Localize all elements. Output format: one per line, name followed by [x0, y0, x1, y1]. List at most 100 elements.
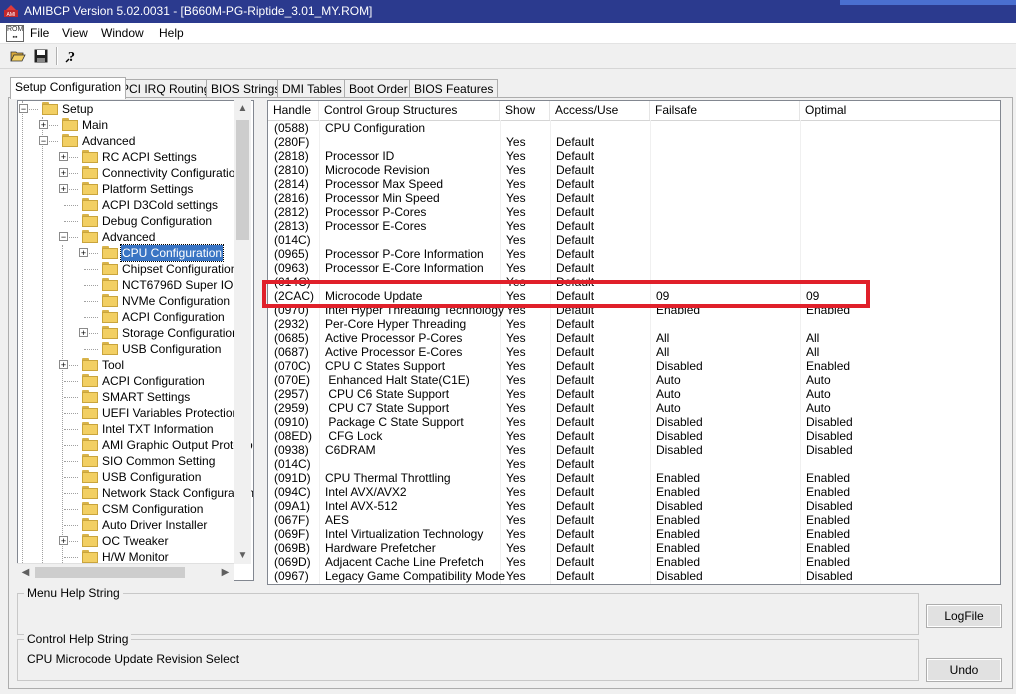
cell-show[interactable]: Yes	[506, 135, 526, 149]
tree-item[interactable]: + Connectivity Configuration	[18, 165, 253, 181]
cell-optimal[interactable]: Disabled	[806, 443, 853, 457]
cell-control-group[interactable]: Microcode Revision	[325, 163, 430, 177]
tree-item-label[interactable]: Setup	[61, 101, 94, 117]
table-row[interactable]: (014C) Yes Default	[268, 233, 1000, 247]
cell-show[interactable]: Yes	[506, 457, 526, 471]
tree-item[interactable]: UEFI Variables Protection	[18, 405, 253, 421]
cell-access-use[interactable]: Default	[556, 163, 594, 177]
cell-control-group[interactable]: CPU C7 State Support	[325, 401, 449, 415]
expand-plus-icon[interactable]: +	[59, 360, 68, 370]
cell-show[interactable]: Yes	[506, 261, 526, 275]
tree-item-label[interactable]: Debug Configuration	[101, 213, 213, 229]
cell-access-use[interactable]: Default	[556, 219, 594, 233]
column-header-show[interactable]: Show	[500, 101, 550, 120]
cell-access-use[interactable]: Default	[556, 191, 594, 205]
cell-show[interactable]: Yes	[506, 429, 526, 443]
table-row[interactable]: (0687) Active Processor E-Cores Yes Default…	[268, 345, 1000, 359]
scroll-thumb[interactable]	[236, 120, 249, 240]
cell-handle[interactable]: (08ED)	[274, 429, 312, 443]
tree-item[interactable]: − Advanced	[18, 229, 253, 245]
cell-access-use[interactable]: Default	[556, 205, 594, 219]
cell-failsafe[interactable]: Auto	[656, 401, 681, 415]
table-row[interactable]: (0588) CPU Configuration	[268, 121, 1000, 135]
table-row[interactable]: (0967) Legacy Game Compatibility Mode Yes D…	[268, 569, 1000, 583]
tree-item-label[interactable]: Advanced	[81, 133, 136, 149]
cell-handle[interactable]: (2810)	[274, 163, 309, 177]
tree-item-label[interactable]: SMART Settings	[101, 389, 191, 405]
table-row[interactable]: (09A1) Intel AVX-512 Yes Default Disabled Dis…	[268, 499, 1000, 513]
tab-boot-order[interactable]: Boot Order	[344, 79, 413, 98]
tree-item-label[interactable]: Storage Configuration	[121, 325, 240, 341]
table-row[interactable]: (0963) Processor E-Core Information Yes Def…	[268, 261, 1000, 275]
cell-handle[interactable]: (0938)	[274, 443, 309, 457]
cell-handle[interactable]: (2959)	[274, 401, 309, 415]
cell-show[interactable]: Yes	[506, 163, 526, 177]
cell-handle[interactable]: (280F)	[274, 135, 309, 149]
scroll-down-arrow-icon[interactable]: ▼	[234, 547, 251, 564]
cell-access-use[interactable]: Default	[556, 149, 594, 163]
cell-failsafe[interactable]: All	[656, 345, 669, 359]
table-row[interactable]: (069D) Adjacent Cache Line Prefetch Yes Def…	[268, 555, 1000, 569]
cell-access-use[interactable]: Default	[556, 345, 594, 359]
cell-optimal[interactable]: Enabled	[806, 485, 850, 499]
cell-optimal[interactable]: Disabled	[806, 569, 853, 583]
cell-handle[interactable]: (2818)	[274, 149, 309, 163]
tree-item[interactable]: SMART Settings	[18, 389, 253, 405]
menu-view[interactable]: View	[62, 26, 88, 40]
tree-item-label[interactable]: Intel TXT Information	[101, 421, 215, 437]
tree-item[interactable]: + Platform Settings	[18, 181, 253, 197]
cell-optimal[interactable]: Enabled	[806, 541, 850, 555]
table-row[interactable]: (08ED) CFG Lock Yes Default Disabled Disable…	[268, 429, 1000, 443]
cell-failsafe[interactable]: Disabled	[656, 443, 703, 457]
cell-handle[interactable]: (070C)	[274, 359, 311, 373]
cell-access-use[interactable]: Default	[556, 499, 594, 513]
cell-optimal[interactable]: Disabled	[806, 415, 853, 429]
cell-control-group[interactable]: C6DRAM	[325, 443, 376, 457]
cell-access-use[interactable]: Default	[556, 443, 594, 457]
cell-handle[interactable]: (0687)	[274, 345, 309, 359]
table-row[interactable]: (014C) Yes Default	[268, 457, 1000, 471]
expand-plus-icon[interactable]: +	[59, 184, 68, 194]
cell-show[interactable]: Yes	[506, 359, 526, 373]
column-header-optimal[interactable]: Optimal	[800, 101, 1000, 120]
tab-dmi-tables[interactable]: DMI Tables	[277, 79, 347, 98]
cell-access-use[interactable]: Default	[556, 247, 594, 261]
table-row[interactable]: (2810) Microcode Revision Yes Default	[268, 163, 1000, 177]
table-row[interactable]: (067F) AES Yes Default Enabled Enabled	[268, 513, 1000, 527]
tree-item-label[interactable]: ACPI D3Cold settings	[101, 197, 219, 213]
cell-optimal[interactable]: Auto	[806, 373, 831, 387]
table-row[interactable]: (2812) Processor P-Cores Yes Default	[268, 205, 1000, 219]
cell-handle[interactable]: (2812)	[274, 205, 309, 219]
cell-access-use[interactable]: Default	[556, 527, 594, 541]
cell-handle[interactable]: (2957)	[274, 387, 309, 401]
cell-optimal[interactable]: Auto	[806, 401, 831, 415]
cell-control-group[interactable]: Adjacent Cache Line Prefetch	[325, 555, 484, 569]
expand-plus-icon[interactable]: +	[79, 328, 88, 338]
cell-access-use[interactable]: Default	[556, 415, 594, 429]
cell-show[interactable]: Yes	[506, 373, 526, 387]
cell-show[interactable]: Yes	[506, 149, 526, 163]
cell-handle[interactable]: (069F)	[274, 527, 309, 541]
table-row[interactable]: (094C) Intel AVX/AVX2 Yes Default Enabled Ena…	[268, 485, 1000, 499]
scroll-right-arrow-icon[interactable]: ▶	[217, 564, 234, 581]
tree-item-label[interactable]: ACPI Configuration	[121, 309, 226, 325]
cell-handle[interactable]: (069B)	[274, 541, 310, 555]
cell-control-group[interactable]: Processor P-Core Information	[325, 247, 484, 261]
cell-control-group[interactable]: CPU C6 State Support	[325, 387, 449, 401]
tab-bios-strings[interactable]: BIOS Strings	[206, 79, 286, 98]
tree-item[interactable]: ACPI Configuration	[18, 373, 253, 389]
cell-handle[interactable]: (09A1)	[274, 499, 310, 513]
cell-show[interactable]: Yes	[506, 345, 526, 359]
column-header-access-use[interactable]: Access/Use	[550, 101, 650, 120]
tree-item[interactable]: Debug Configuration	[18, 213, 253, 229]
tree-item[interactable]: ACPI D3Cold settings	[18, 197, 253, 213]
scroll-thumb[interactable]	[35, 567, 185, 578]
tree-item[interactable]: + CPU Configuration	[18, 244, 253, 262]
cell-control-group[interactable]: Intel AVX/AVX2	[325, 485, 407, 499]
tree-item[interactable]: + OC Tweaker	[18, 533, 253, 549]
cell-access-use[interactable]: Default	[556, 457, 594, 471]
cell-access-use[interactable]: Default	[556, 387, 594, 401]
table-row[interactable]: (2813) Processor E-Cores Yes Default	[268, 219, 1000, 233]
expand-plus-icon[interactable]: +	[59, 536, 68, 546]
cell-access-use[interactable]: Default	[556, 331, 594, 345]
